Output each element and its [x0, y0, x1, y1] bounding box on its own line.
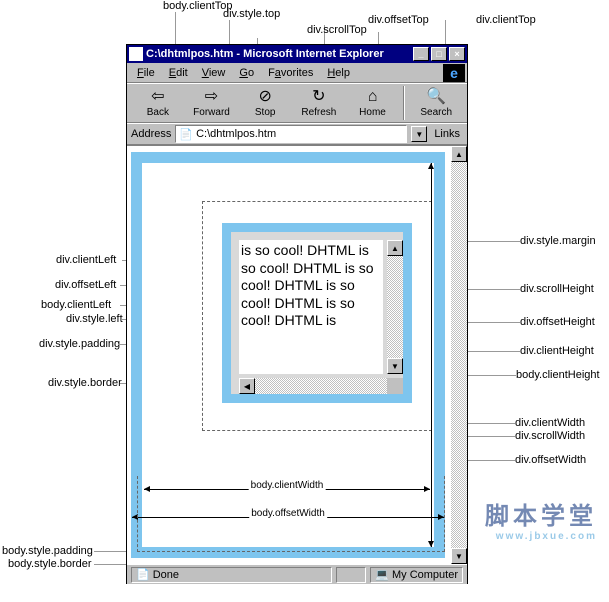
label-div-clientLeft: div.clientLeft [56, 254, 116, 266]
maximize-button[interactable]: □ [431, 47, 447, 61]
scroll-down-icon[interactable]: ▼ [387, 358, 403, 374]
div-padding: is so cool! DHTML is so cool! DHTML is s… [231, 232, 403, 394]
back-button[interactable]: ⇦Back [131, 84, 185, 122]
label-body-style-padding: body.style.padding [2, 545, 93, 557]
status-zone: 💻 My Computer [370, 567, 463, 583]
address-label: Address [131, 128, 171, 140]
label-body-clientHeight: body.clientHeight [516, 369, 600, 381]
label-div-style-padding: div.style.padding [39, 338, 120, 350]
scroll-up-icon[interactable]: ▲ [451, 146, 467, 162]
scroll-down-icon[interactable]: ▼ [451, 548, 467, 564]
stop-icon: ⊘ [258, 89, 271, 105]
body-dashed-extent [137, 476, 445, 552]
label-div-style-border: div.style.border [48, 377, 122, 389]
label-div-offsetTop: div.offsetTop [368, 14, 429, 26]
close-button[interactable]: × [449, 47, 465, 61]
label-div-offsetWidth: div.offsetWidth [515, 454, 586, 466]
titlebar[interactable]: e C:\dhtmlpos.htm - Microsoft Internet E… [127, 45, 467, 63]
ie-logo-icon: e [443, 64, 465, 82]
div-scrollbar-vertical[interactable]: ▲ ▼ [387, 240, 403, 374]
menu-favorites[interactable]: Favorites [268, 67, 313, 79]
home-icon: ⌂ [368, 89, 378, 105]
label-div-scrollTop: div.scrollTop [307, 24, 367, 36]
menu-view[interactable]: View [202, 67, 226, 79]
links-button[interactable]: Links [431, 128, 463, 140]
div-client: is so cool! DHTML is so cool! DHTML is s… [239, 240, 383, 374]
back-icon: ⇦ [151, 89, 164, 105]
label-div-offsetLeft: div.offsetLeft [55, 279, 116, 291]
menu-go[interactable]: Go [239, 67, 254, 79]
search-icon: 🔍 [426, 89, 446, 105]
label-div-clientHeight: div.clientHeight [520, 345, 594, 357]
forward-button[interactable]: ⇨Forward [185, 84, 239, 122]
window-title: C:\dhtmlpos.htm - Microsoft Internet Exp… [146, 48, 411, 60]
label-div-scrollWidth: div.scrollWidth [515, 430, 585, 442]
app-icon: e [129, 47, 143, 61]
div-border: is so cool! DHTML is so cool! DHTML is s… [222, 223, 412, 403]
label-div-clientTop: div.clientTop [476, 14, 536, 26]
home-button[interactable]: ⌂Home [346, 84, 400, 122]
menubar: File Edit View Go Favorites Help e [127, 63, 467, 83]
content-area: is so cool! DHTML is so cool! DHTML is s… [127, 145, 467, 564]
address-value: C:\dhtmlpos.htm [196, 128, 276, 140]
page-icon: 📄 [179, 128, 193, 141]
label-div-style-top: div.style.top [223, 8, 280, 20]
page-icon: 📄 [136, 568, 150, 581]
label-body-clientLeft: body.clientLeft [41, 299, 111, 311]
computer-icon: 💻 [375, 568, 389, 581]
scroll-left-icon[interactable]: ◀ [239, 378, 255, 394]
menu-edit[interactable]: Edit [169, 67, 188, 79]
refresh-button[interactable]: ↻Refresh [292, 84, 346, 122]
label-body-style-border: body.style.border [8, 558, 92, 570]
scroll-up-icon[interactable]: ▲ [387, 240, 403, 256]
div-scrollbar-horizontal[interactable]: ◀ ▶ [239, 378, 403, 394]
label-div-style-margin: div.style.margin [520, 235, 596, 247]
refresh-icon: ↻ [312, 89, 325, 105]
forward-icon: ⇨ [205, 89, 218, 105]
label-div-clientWidth: div.clientWidth [515, 417, 585, 429]
watermark: 脚本学堂 www.jbxue.com [485, 496, 597, 542]
addressbar: Address 📄 C:\dhtmlpos.htm ▼ Links [127, 123, 467, 145]
toolbar: ⇦Back ⇨Forward ⊘Stop ↻Refresh ⌂Home 🔍Sea… [127, 83, 467, 123]
menu-help[interactable]: Help [327, 67, 350, 79]
menu-file[interactable]: File [137, 67, 155, 79]
search-button[interactable]: 🔍Search [409, 84, 463, 122]
minimize-button[interactable]: _ [413, 47, 429, 61]
stop-button[interactable]: ⊘Stop [238, 84, 292, 122]
statusbar: 📄 Done 💻 My Computer [127, 564, 467, 584]
label-div-offsetHeight: div.offsetHeight [520, 316, 595, 328]
address-dropdown[interactable]: ▼ [411, 126, 427, 142]
address-input[interactable]: 📄 C:\dhtmlpos.htm [175, 125, 407, 143]
browser-window: e C:\dhtmlpos.htm - Microsoft Internet E… [126, 44, 468, 584]
label-div-style-left: div.style.left [66, 313, 123, 325]
status-done: 📄 Done [131, 567, 332, 583]
label-div-scrollHeight: div.scrollHeight [520, 283, 594, 295]
page-scrollbar-vertical[interactable]: ▲ ▼ [451, 146, 467, 564]
